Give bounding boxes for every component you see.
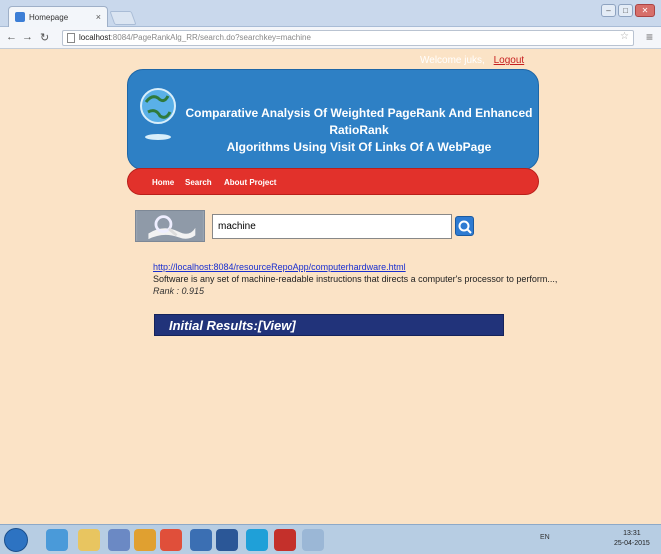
window-controls: – □ ✕ (601, 4, 655, 17)
clock-date: 25-04-2015 (614, 540, 650, 547)
initial-results-heading: Initial Results:[View] (169, 318, 296, 333)
forward-arrow-icon[interactable]: → (22, 31, 33, 43)
address-toolbar: ← → ↻ localhost:8084/PageRankAlg_RR/sear… (0, 27, 661, 49)
globe-logo-icon (140, 88, 176, 140)
result-description: Software is any set of machine-readable … (153, 274, 558, 284)
initial-results-bar: Initial Results:[View] (154, 314, 504, 336)
title-line-1: Comparative Analysis Of Weighted PageRan… (185, 106, 533, 137)
nav-home-link[interactable]: Home (152, 178, 174, 187)
os-taskbar: EN 13:31 25-04-2015 (0, 524, 661, 554)
page-icon (67, 33, 75, 43)
logout-link[interactable]: Logout (494, 55, 525, 66)
tab-title: Homepage (29, 12, 69, 22)
nav-about-project-link[interactable]: About Project (224, 178, 276, 187)
tray-language[interactable]: EN (540, 534, 550, 541)
firefox-icon[interactable] (134, 529, 156, 551)
pdf-reader-icon[interactable] (274, 529, 296, 551)
url-bar[interactable]: localhost:8084/PageRankAlg_RR/search.do?… (62, 30, 634, 46)
title-line-2: Algorithms Using Visit Of Links Of A Web… (226, 140, 492, 154)
taskbar-clock[interactable]: 13:31 25-04-2015 (614, 529, 650, 549)
welcome-text: Welcome juks, (420, 55, 485, 66)
word-icon[interactable] (216, 529, 238, 551)
shield-app-icon[interactable] (190, 529, 212, 551)
main-nav: Home Search About Project (127, 168, 539, 195)
initial-results-label: Initial Results: (169, 318, 258, 333)
browser-menu-icon[interactable]: ≡ (646, 30, 653, 44)
tab-close-icon[interactable]: × (96, 12, 101, 22)
skype-icon[interactable] (246, 529, 268, 551)
back-arrow-icon[interactable]: ← (6, 31, 17, 43)
nav-search-link[interactable]: Search (185, 178, 212, 187)
close-window-button[interactable]: ✕ (635, 4, 655, 17)
browser-titlebar: Homepage × – □ ✕ (0, 0, 661, 27)
result-link[interactable]: http://localhost:8084/resourceRepoApp/co… (153, 262, 406, 272)
chrome-icon[interactable] (160, 529, 182, 551)
header-banner: Comparative Analysis Of Weighted PageRan… (127, 69, 539, 170)
clock-time: 13:31 (623, 530, 641, 537)
maximize-button[interactable]: □ (618, 4, 633, 17)
welcome-area: Welcome juks, Logout (420, 55, 524, 66)
page-favicon-icon (15, 12, 25, 22)
page-title: Comparative Analysis Of Weighted PageRan… (184, 105, 534, 156)
browser-tab[interactable]: Homepage × (8, 6, 108, 27)
folder-icon[interactable] (78, 529, 100, 551)
pen-tool-icon[interactable] (302, 529, 324, 551)
url-host: localhost (79, 33, 111, 42)
reload-icon[interactable]: ↻ (40, 31, 49, 44)
bookmark-star-icon[interactable]: ☆ (620, 31, 629, 42)
book-magnifier-icon (135, 210, 205, 242)
minimize-button[interactable]: – (601, 4, 616, 17)
start-button[interactable] (4, 528, 28, 552)
search-icon (458, 220, 472, 234)
new-tab-button[interactable] (109, 11, 137, 25)
url-path: :8084/PageRankAlg_RR/search.do?searchkey… (110, 33, 311, 42)
ie-icon[interactable] (46, 529, 68, 551)
result-rank: Rank : 0.915 (153, 286, 205, 296)
search-button[interactable] (455, 216, 474, 236)
search-input[interactable] (212, 214, 452, 239)
initial-results-view-link[interactable]: [View] (258, 318, 296, 333)
media-icon[interactable] (108, 529, 130, 551)
